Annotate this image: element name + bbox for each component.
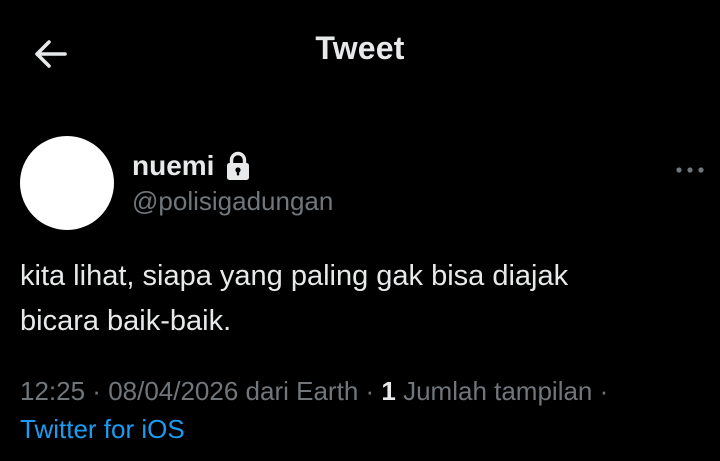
display-name[interactable]: nuemi xyxy=(132,150,214,182)
tweet-location: dari Earth xyxy=(238,376,359,406)
separator-dot: · xyxy=(592,376,609,406)
user-handle[interactable]: @polisigadungan xyxy=(132,186,333,217)
tweet-meta: 12:25 · 08/04/2026 dari Earth · 1 Jumlah… xyxy=(20,372,710,448)
tweet-text: kita lihat, siapa yang paling gak bisa d… xyxy=(20,260,569,337)
page-title: Tweet xyxy=(315,30,405,66)
tweet-detail-page: Tweet nuemi @polisigadungan kita lihat, … xyxy=(0,0,720,461)
more-horizontal-icon xyxy=(676,167,704,173)
top-bar: Tweet xyxy=(0,0,720,104)
views-label: Jumlah tampilan xyxy=(395,376,593,406)
more-options-button[interactable] xyxy=(670,158,710,182)
lock-icon xyxy=(227,151,250,180)
avatar[interactable] xyxy=(20,136,114,230)
name-line: nuemi xyxy=(132,150,252,182)
separator-dot: · xyxy=(85,376,109,406)
author-row: nuemi @polisigadungan xyxy=(20,136,710,232)
separator-dot: · xyxy=(358,376,382,406)
tweet-time[interactable]: 12:25 xyxy=(20,376,85,406)
views-count: 1 xyxy=(381,376,396,406)
tweet-date[interactable]: 08/04/2026 xyxy=(108,376,238,406)
tweet-source-link[interactable]: Twitter for iOS xyxy=(20,414,185,444)
